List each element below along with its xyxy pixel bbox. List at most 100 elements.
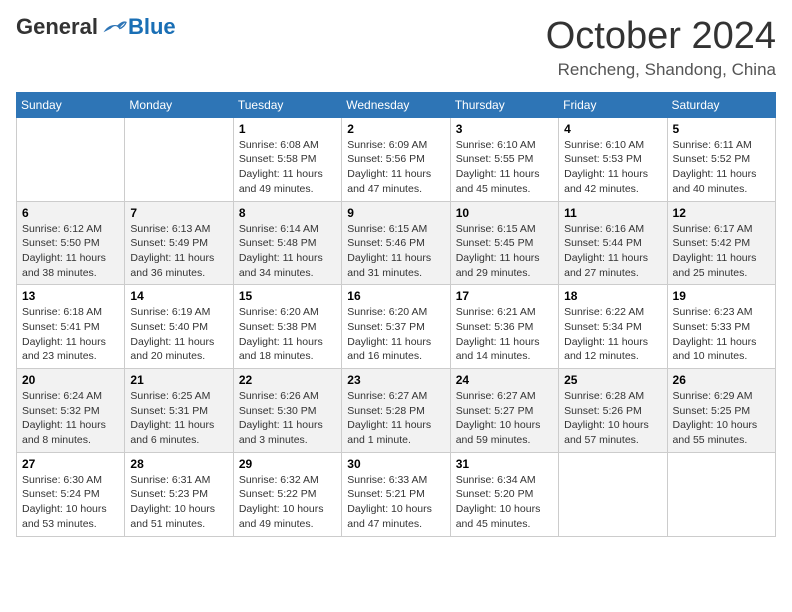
calendar-cell: 13 Sunrise: 6:18 AM Sunset: 5:41 PM Dayli… [17,285,125,369]
day-detail: Sunrise: 6:25 AM Sunset: 5:31 PM Dayligh… [130,389,227,448]
day-detail: Sunrise: 6:10 AM Sunset: 5:53 PM Dayligh… [564,138,661,197]
calendar-week-row: 6Sunrise: 6:12 AM Sunset: 5:50 PM Daylig… [17,201,776,285]
day-detail: Sunrise: 6:23 AM Sunset: 5:33 PM Dayligh… [673,305,770,364]
calendar-cell: 23Sunrise: 6:27 AM Sunset: 5:28 PM Dayli… [342,369,450,453]
day-header-monday: Monday [125,92,233,117]
calendar-cell: 26Sunrise: 6:29 AM Sunset: 5:25 PM Dayli… [667,369,775,453]
day-header-sunday: Sunday [17,92,125,117]
day-number: 20 [22,373,119,387]
calendar-cell: 20Sunrise: 6:24 AM Sunset: 5:32 PM Dayli… [17,369,125,453]
day-detail: Sunrise: 6:22 AM Sunset: 5:34 PM Dayligh… [564,305,661,364]
calendar-cell: 7 Sunrise: 6:13 AM Sunset: 5:49 PM Daylig… [125,201,233,285]
day-number: 3 [456,122,553,136]
day-detail: Sunrise: 6:16 AM Sunset: 5:44 PM Dayligh… [564,222,661,281]
day-number: 28 [130,457,227,471]
day-number: 4 [564,122,661,136]
day-number: 1 [239,122,336,136]
calendar-cell: 5 Sunrise: 6:11 AM Sunset: 5:52 PM Daylig… [667,117,775,201]
day-number: 22 [239,373,336,387]
calendar-cell: 12 Sunrise: 6:17 AM Sunset: 5:42 PM Dayli… [667,201,775,285]
day-detail: Sunrise: 6:18 AM Sunset: 5:41 PM Dayligh… [22,305,119,364]
calendar-cell: 16Sunrise: 6:20 AM Sunset: 5:37 PM Dayli… [342,285,450,369]
day-number: 30 [347,457,444,471]
day-number: 6 [22,206,119,220]
calendar-cell: 6Sunrise: 6:12 AM Sunset: 5:50 PM Daylig… [17,201,125,285]
calendar-header-row: SundayMondayTuesdayWednesdayThursdayFrid… [17,92,776,117]
day-detail: Sunrise: 6:20 AM Sunset: 5:38 PM Dayligh… [239,305,336,364]
calendar-cell: 3 Sunrise: 6:10 AM Sunset: 5:55 PM Daylig… [450,117,558,201]
logo: General Blue [16,16,176,38]
calendar-table: SundayMondayTuesdayWednesdayThursdayFrid… [16,92,776,537]
day-detail: Sunrise: 6:34 AM Sunset: 5:20 PM Dayligh… [456,473,553,532]
title-block: October 2024 Rencheng, Shandong, China [546,16,776,80]
calendar-cell [17,117,125,201]
day-detail: Sunrise: 6:21 AM Sunset: 5:36 PM Dayligh… [456,305,553,364]
day-number: 13 [22,289,119,303]
day-detail: Sunrise: 6:10 AM Sunset: 5:55 PM Dayligh… [456,138,553,197]
location-subtitle: Rencheng, Shandong, China [546,60,776,80]
day-number: 16 [347,289,444,303]
calendar-week-row: 27 Sunrise: 6:30 AM Sunset: 5:24 PM Dayli… [17,452,776,536]
day-number: 17 [456,289,553,303]
calendar-week-row: 1 Sunrise: 6:08 AM Sunset: 5:58 PM Daylig… [17,117,776,201]
day-number: 29 [239,457,336,471]
calendar-cell: 22 Sunrise: 6:26 AM Sunset: 5:30 PM Dayli… [233,369,341,453]
calendar-cell: 11 Sunrise: 6:16 AM Sunset: 5:44 PM Dayli… [559,201,667,285]
day-detail: Sunrise: 6:19 AM Sunset: 5:40 PM Dayligh… [130,305,227,364]
day-detail: Sunrise: 6:26 AM Sunset: 5:30 PM Dayligh… [239,389,336,448]
day-detail: Sunrise: 6:30 AM Sunset: 5:24 PM Dayligh… [22,473,119,532]
day-number: 12 [673,206,770,220]
day-number: 27 [22,457,119,471]
calendar-cell: 24 Sunrise: 6:27 AM Sunset: 5:27 PM Dayli… [450,369,558,453]
day-number: 15 [239,289,336,303]
day-number: 7 [130,206,227,220]
calendar-cell: 1 Sunrise: 6:08 AM Sunset: 5:58 PM Daylig… [233,117,341,201]
calendar-week-row: 13 Sunrise: 6:18 AM Sunset: 5:41 PM Dayli… [17,285,776,369]
calendar-cell: 31 Sunrise: 6:34 AM Sunset: 5:20 PM Dayli… [450,452,558,536]
calendar-cell: 17 Sunrise: 6:21 AM Sunset: 5:36 PM Dayli… [450,285,558,369]
calendar-cell: 21 Sunrise: 6:25 AM Sunset: 5:31 PM Dayli… [125,369,233,453]
calendar-cell: 9 Sunrise: 6:15 AM Sunset: 5:46 PM Daylig… [342,201,450,285]
day-header-wednesday: Wednesday [342,92,450,117]
day-number: 25 [564,373,661,387]
day-detail: Sunrise: 6:15 AM Sunset: 5:46 PM Dayligh… [347,222,444,281]
calendar-cell: 14 Sunrise: 6:19 AM Sunset: 5:40 PM Dayli… [125,285,233,369]
day-detail: Sunrise: 6:11 AM Sunset: 5:52 PM Dayligh… [673,138,770,197]
day-number: 9 [347,206,444,220]
logo-blue: Blue [128,16,176,38]
day-detail: Sunrise: 6:14 AM Sunset: 5:48 PM Dayligh… [239,222,336,281]
day-number: 10 [456,206,553,220]
calendar-cell: 30Sunrise: 6:33 AM Sunset: 5:21 PM Dayli… [342,452,450,536]
page-header: General Blue October 2024 Rencheng, Shan… [16,16,776,80]
day-number: 19 [673,289,770,303]
calendar-cell: 18 Sunrise: 6:22 AM Sunset: 5:34 PM Dayli… [559,285,667,369]
calendar-cell: 28 Sunrise: 6:31 AM Sunset: 5:23 PM Dayli… [125,452,233,536]
calendar-cell: 15 Sunrise: 6:20 AM Sunset: 5:38 PM Dayli… [233,285,341,369]
calendar-cell [125,117,233,201]
day-detail: Sunrise: 6:17 AM Sunset: 5:42 PM Dayligh… [673,222,770,281]
calendar-cell: 8Sunrise: 6:14 AM Sunset: 5:48 PM Daylig… [233,201,341,285]
day-header-tuesday: Tuesday [233,92,341,117]
calendar-cell: 25Sunrise: 6:28 AM Sunset: 5:26 PM Dayli… [559,369,667,453]
day-detail: Sunrise: 6:09 AM Sunset: 5:56 PM Dayligh… [347,138,444,197]
day-number: 5 [673,122,770,136]
day-header-friday: Friday [559,92,667,117]
day-number: 2 [347,122,444,136]
day-detail: Sunrise: 6:15 AM Sunset: 5:45 PM Dayligh… [456,222,553,281]
day-number: 11 [564,206,661,220]
day-number: 18 [564,289,661,303]
calendar-cell [559,452,667,536]
day-detail: Sunrise: 6:27 AM Sunset: 5:27 PM Dayligh… [456,389,553,448]
day-number: 24 [456,373,553,387]
day-detail: Sunrise: 6:29 AM Sunset: 5:25 PM Dayligh… [673,389,770,448]
day-detail: Sunrise: 6:31 AM Sunset: 5:23 PM Dayligh… [130,473,227,532]
day-detail: Sunrise: 6:08 AM Sunset: 5:58 PM Dayligh… [239,138,336,197]
calendar-cell: 4 Sunrise: 6:10 AM Sunset: 5:53 PM Daylig… [559,117,667,201]
day-number: 21 [130,373,227,387]
day-number: 31 [456,457,553,471]
calendar-cell: 19 Sunrise: 6:23 AM Sunset: 5:33 PM Dayli… [667,285,775,369]
day-detail: Sunrise: 6:27 AM Sunset: 5:28 PM Dayligh… [347,389,444,448]
logo-general: General [16,16,98,38]
day-number: 14 [130,289,227,303]
day-detail: Sunrise: 6:13 AM Sunset: 5:49 PM Dayligh… [130,222,227,281]
